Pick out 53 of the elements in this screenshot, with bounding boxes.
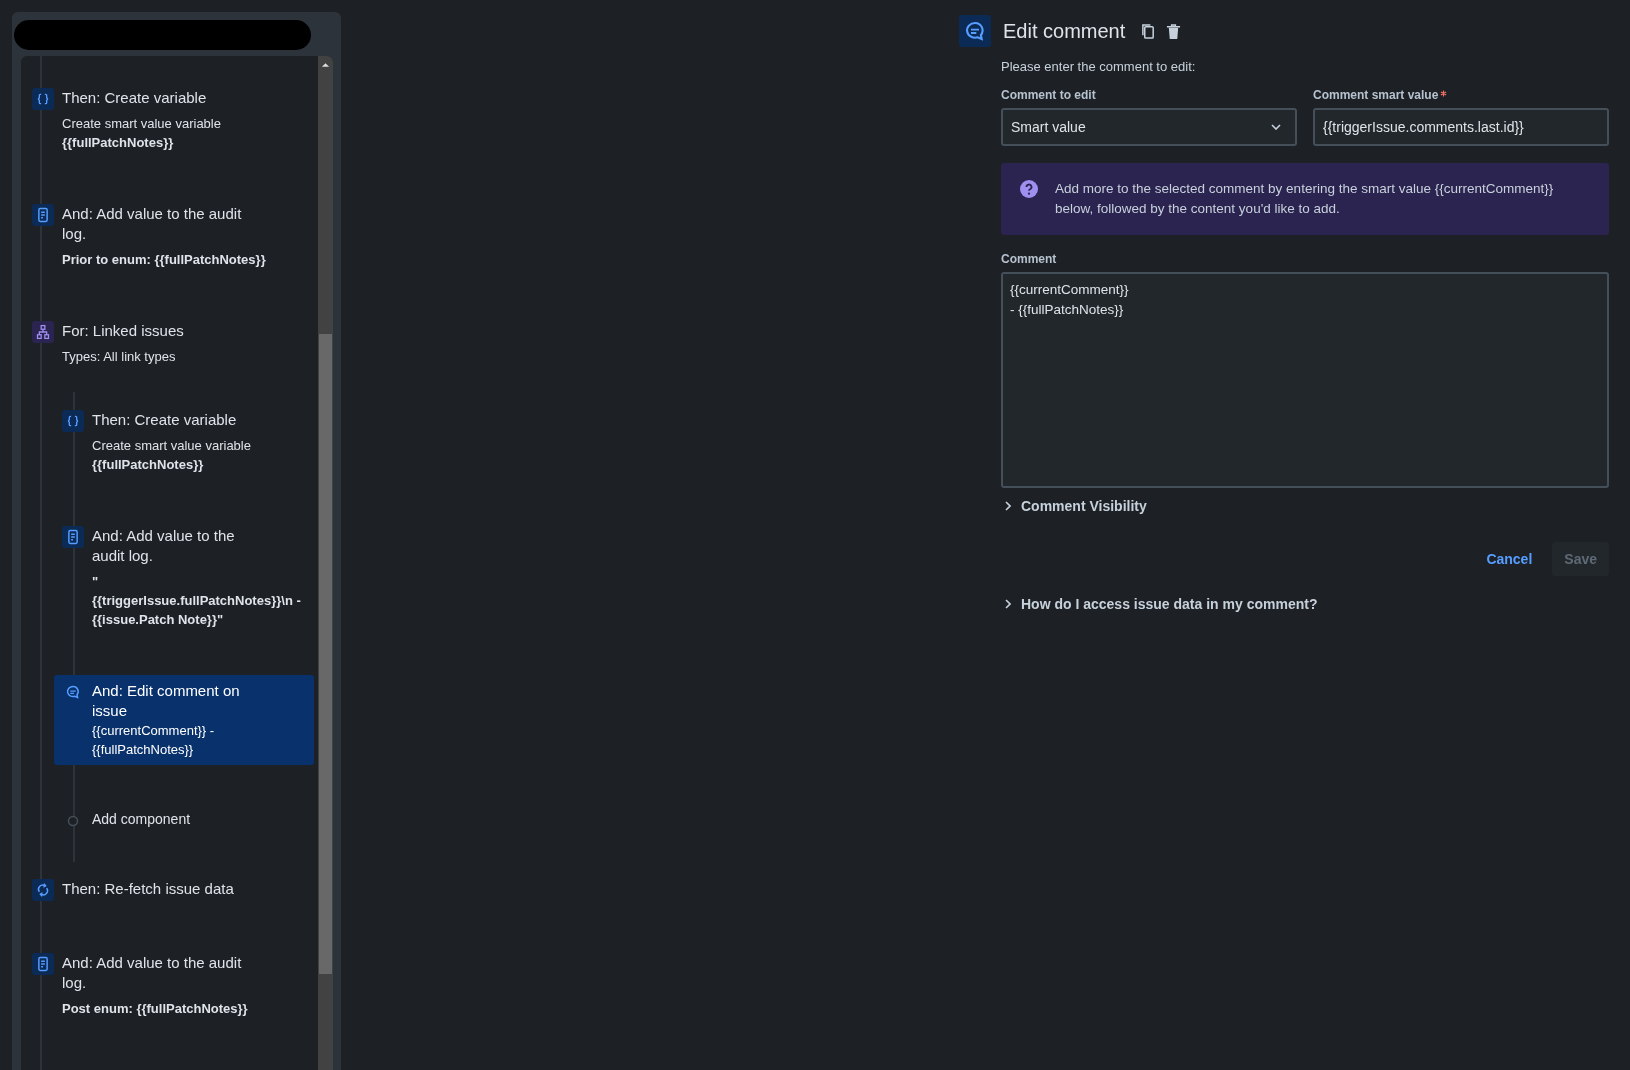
scrollbar[interactable] (318, 56, 333, 1070)
component-title: And: Add value to the audit log. (62, 204, 243, 244)
component-detail: Create smart value variable {{fullPatchNotes}} (62, 115, 222, 152)
document-icon (32, 204, 54, 226)
component-title: Then: Create variable (92, 410, 238, 430)
component-detail: " {{triggerIssue.fullPatchNotes}}\n - {{issue.Patch Note}}" (92, 573, 302, 629)
component-detail: Types: All link types (62, 348, 177, 366)
field-label: Comment (1001, 252, 1057, 266)
rule-component-card[interactable]: And: Edit comment on issue {{currentComment}} - {{fullPatchNotes}} (54, 675, 314, 765)
rule-component-card[interactable]: Then: Create variable Create smart value variable {{fullPatchNotes}} (62, 404, 318, 480)
component-title: For: Linked issues (62, 321, 185, 341)
component-detail: Prior to enum: {{fullPatchNotes}} (62, 251, 267, 269)
intro-text: Please enter the comment to edit: (1001, 59, 1197, 74)
component-title: Then: Re-fetch issue data (62, 879, 235, 899)
question-icon (1019, 179, 1039, 199)
smart-value-field[interactable]: {{triggerIssue.comments.last.id}} (1313, 108, 1609, 146)
component-detail: {{currentComment}} - {{fullPatchNotes}} (92, 722, 216, 759)
rule-component-card[interactable]: And: Add value to the audit log. Post enum: {{fullPatchNotes}} (32, 947, 318, 1024)
help-toggle[interactable]: How do I access issue data in my comment? (1001, 596, 1322, 612)
rule-component-card[interactable]: Then: Re-fetch issue data (32, 873, 318, 907)
delete-icon[interactable] (1166, 22, 1182, 40)
copy-icon[interactable] (1141, 22, 1157, 40)
component-detail: Post enum: {{fullPatchNotes}} (62, 1000, 249, 1018)
info-text: Add more to the selected comment by entering the smart value {{currentComment}} below, followed by the content you'd like to add. (1055, 180, 1555, 218)
comment-field[interactable]: {{currentComment}} - {{fullPatchNotes}} (1001, 272, 1609, 488)
field-label: Comment to edit (1001, 88, 1097, 102)
component-title: And: Add value to the audit log. (62, 953, 243, 993)
component-title: And: Edit comment on issue (92, 681, 241, 721)
rule-component-card[interactable]: And: Add value to the audit log. " {{triggerIssue.fullPatchNotes}}\n - {{issue.Patch Note}}" (62, 520, 318, 635)
rule-component-card[interactable]: And: Add value to the audit log. Prior to enum: {{fullPatchNotes}} (32, 198, 318, 275)
braces-icon (62, 410, 84, 432)
component-title: Then: Create variable (62, 88, 208, 108)
field-label: Comment smart value (1313, 88, 1439, 102)
comment-select[interactable]: Smart value (1001, 108, 1297, 146)
rule-component-card[interactable]: For: Linked issues Types: All link types (32, 315, 318, 372)
document-icon (32, 953, 54, 975)
cancel-button[interactable]: Cancel (1480, 542, 1539, 576)
circle-icon (67, 815, 79, 827)
refresh-icon (32, 879, 54, 901)
chevron-down-icon (1271, 124, 1281, 130)
document-icon (62, 526, 84, 548)
rule-component-card[interactable]: Then: Create variable Create smart value variable {{fullPatchNotes}} (32, 82, 318, 158)
chevron-right-icon (1005, 599, 1011, 609)
add-component-button[interactable]: Add component (92, 811, 191, 827)
component-title: And: Add value to the audit log. (92, 526, 236, 566)
component-detail: Create smart value variable {{fullPatchNotes}} (92, 437, 252, 474)
panel-title: Edit comment (1003, 19, 1126, 43)
braces-icon (32, 88, 54, 110)
comment-visibility-toggle[interactable]: Comment Visibility (1001, 498, 1151, 514)
scroll-up-icon[interactable] (321, 62, 330, 68)
chevron-right-icon (1005, 501, 1011, 511)
hierarchy-icon (32, 321, 54, 343)
comment-icon (959, 15, 991, 47)
